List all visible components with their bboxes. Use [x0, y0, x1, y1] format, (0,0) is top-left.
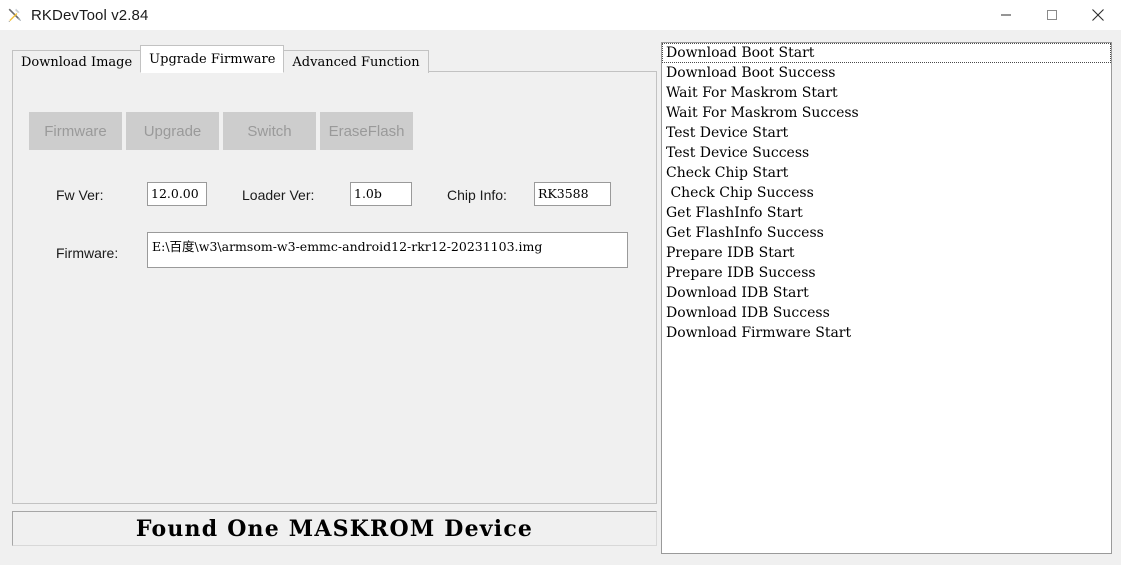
tab-download-image[interactable]: Download Image [12, 50, 142, 73]
chip-info-field[interactable]: RK3588 [534, 182, 611, 206]
tab-page-upgrade-firmware: Firmware Upgrade Switch EraseFlash Fw Ve… [12, 71, 657, 504]
switch-button[interactable]: Switch [223, 112, 316, 150]
log-row[interactable]: Test Device Start [662, 123, 1111, 143]
log-row[interactable]: Check Chip Start [662, 163, 1111, 183]
loader-version-field[interactable]: 1.0b [350, 182, 412, 206]
chip-info-label: Chip Info: [447, 187, 507, 203]
tab-label: Download Image [21, 54, 133, 70]
log-panel[interactable]: Download Boot Start Download Boot Success… [661, 42, 1112, 554]
tab-label: Upgrade Firmware [149, 51, 276, 67]
tab-upgrade-firmware[interactable]: Upgrade Firmware [140, 45, 285, 73]
maximize-icon[interactable] [1029, 0, 1075, 30]
close-icon[interactable] [1075, 0, 1121, 30]
version-info-row: Fw Ver: 12.0.00 Loader Ver: 1.0b Chip In… [13, 178, 658, 212]
window-titlebar: RKDevTool v2.84 [0, 0, 1121, 30]
firmware-button[interactable]: Firmware [29, 112, 122, 150]
log-row[interactable]: Download IDB Start [662, 283, 1111, 303]
window-controls [983, 0, 1121, 30]
tab-strip: Download Image Upgrade Firmware Advanced… [12, 45, 429, 73]
upgrade-button[interactable]: Upgrade [126, 112, 219, 150]
minimize-icon[interactable] [983, 0, 1029, 30]
log-row[interactable]: Wait For Maskrom Success [662, 103, 1111, 123]
status-message: Found One MASKROM Device [135, 515, 534, 542]
tab-container: Download Image Upgrade Firmware Advanced… [12, 45, 657, 504]
log-row[interactable]: Get FlashInfo Success [662, 223, 1111, 243]
log-row[interactable]: Get FlashInfo Start [662, 203, 1111, 223]
log-row[interactable]: Download Firmware Start [662, 323, 1111, 343]
tab-advanced-function[interactable]: Advanced Function [283, 50, 429, 73]
log-row[interactable]: Download Boot Start [662, 43, 1111, 63]
eraseflash-button[interactable]: EraseFlash [320, 112, 413, 150]
firmware-path-label: Firmware: [56, 245, 119, 261]
log-row[interactable]: Test Device Success [662, 143, 1111, 163]
action-button-row: Firmware Upgrade Switch EraseFlash [29, 112, 413, 150]
firmware-path-field[interactable]: E:\百度\w3\armsom-w3-emmc-android12-rkr12-… [147, 232, 628, 268]
status-bar: Found One MASKROM Device [12, 511, 657, 546]
fw-version-label: Fw Ver: [56, 187, 104, 203]
firmware-path-row: Firmware: E:\百度\w3\armsom-w3-emmc-androi… [13, 232, 658, 272]
log-row[interactable]: Prepare IDB Success [662, 263, 1111, 283]
log-list: Download Boot Start Download Boot Success… [662, 43, 1111, 343]
log-row[interactable]: Download Boot Success [662, 63, 1111, 83]
tools-cross-icon [7, 7, 23, 23]
loader-version-label: Loader Ver: [242, 187, 315, 203]
log-row[interactable]: Prepare IDB Start [662, 243, 1111, 263]
tab-label: Advanced Function [292, 54, 420, 70]
window-title: RKDevTool v2.84 [31, 6, 149, 24]
log-row[interactable]: Download IDB Success [662, 303, 1111, 323]
log-row[interactable]: Check Chip Success [662, 183, 1111, 203]
log-row[interactable]: Wait For Maskrom Start [662, 83, 1111, 103]
fw-version-field[interactable]: 12.0.00 [147, 182, 207, 206]
